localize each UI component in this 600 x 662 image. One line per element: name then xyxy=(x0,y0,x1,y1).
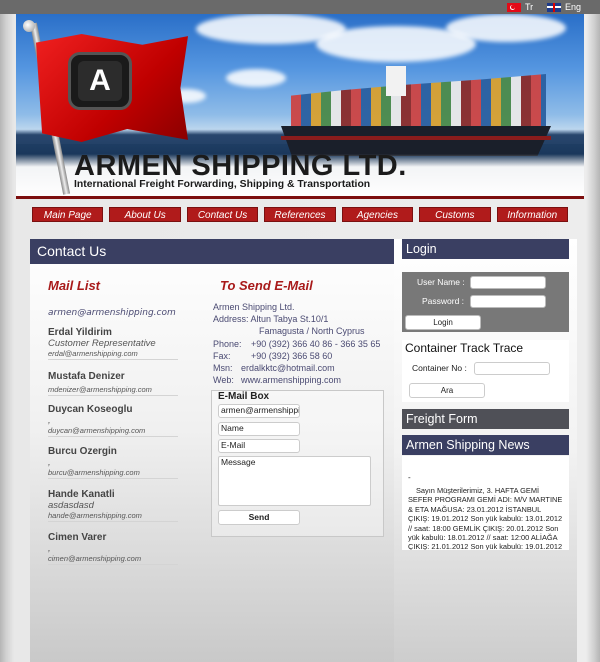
turkey-flag-icon xyxy=(507,2,521,12)
person-role: , xyxy=(48,457,51,468)
ship-stripe-shape xyxy=(281,136,551,140)
content-panel: Contact Us Mail List armen@armenshipping… xyxy=(30,239,394,662)
contact-person: Cimen Varer , cimen@armenshipping.com xyxy=(48,532,178,565)
nav-about-us[interactable]: About Us xyxy=(109,207,181,222)
username-input[interactable] xyxy=(470,276,546,289)
cloud-shape xyxy=(446,14,566,42)
fax-value: +90 (392) 366 58 60 xyxy=(251,350,333,361)
person-email-link[interactable]: burcu@armenshipping.com xyxy=(48,468,178,479)
address-line-2: Famagusta / North Cyprus xyxy=(259,326,365,337)
email-field[interactable]: E-Mail xyxy=(218,439,300,453)
container-stack-shape xyxy=(291,74,546,128)
nav-agencies[interactable]: Agencies xyxy=(341,207,414,222)
cloud-shape xyxy=(226,69,286,87)
nav-information[interactable]: Information xyxy=(496,207,568,222)
phone-value: +90 (392) 366 40 86 - 366 35 65 xyxy=(251,338,381,349)
fax-line: Fax: +90 (392) 366 58 60 xyxy=(213,350,380,362)
container-track-panel: Container Track Trace Container No : Ara xyxy=(402,340,569,402)
send-email-heading: To Send E-Mail xyxy=(220,278,313,293)
person-name: Erdal Yildirim xyxy=(48,327,112,338)
container-no-label: Container No : xyxy=(412,363,467,373)
logo-badge: A xyxy=(68,52,132,110)
person-role: , xyxy=(48,415,51,426)
logo-letter: A xyxy=(78,61,122,101)
news-panel: - Sayın Müşterilerimiz, 3. HAFTA GEMİ SE… xyxy=(402,456,569,550)
address-label: Address: xyxy=(213,314,249,325)
nav-references[interactable]: References xyxy=(264,207,336,222)
username-label: User Name : xyxy=(417,277,465,287)
web-value[interactable]: www.armenshipping.com xyxy=(241,375,341,385)
main-nav: Main Page About Us Contact Us References… xyxy=(32,207,568,222)
message-field[interactable]: Message xyxy=(218,456,371,506)
uk-flag-icon xyxy=(547,2,561,12)
news-item-text: Sayın Müşterilerimiz, 3. HAFTA GEMİ SEFE… xyxy=(408,486,563,550)
search-button[interactable]: Ara xyxy=(409,383,485,398)
phone-label: Phone: xyxy=(213,338,242,349)
msn-value[interactable]: erdalkktc@hotmail.com xyxy=(241,363,335,373)
web-line: Web: www.armenshipping.com xyxy=(213,374,380,386)
person-name: Burcu Ozergin xyxy=(48,446,117,457)
address-value: Altun Tabya St.10/1 xyxy=(250,314,329,325)
contact-person: Burcu Ozergin , burcu@armenshipping.com xyxy=(48,446,178,479)
container-no-input[interactable] xyxy=(474,362,550,375)
msn-label: Msn: xyxy=(213,363,233,374)
language-turkish[interactable]: Tr xyxy=(507,1,533,13)
news-bullet: - xyxy=(408,473,411,482)
person-role: asdasdasd xyxy=(48,500,94,511)
main-email-link[interactable]: armen@armenshipping.com xyxy=(48,308,176,318)
nav-contact-us[interactable]: Contact Us xyxy=(186,207,259,222)
language-english[interactable]: Eng xyxy=(547,1,581,13)
news-heading: Armen Shipping News xyxy=(402,435,569,455)
person-role: , xyxy=(48,543,51,554)
email-form: E-Mail Box armen@armenshipping Name E-Ma… xyxy=(211,390,384,537)
mail-list-heading: Mail List xyxy=(48,278,101,293)
name-field[interactable]: Name xyxy=(218,422,300,436)
fax-label: Fax: xyxy=(213,350,231,361)
language-en-label: Eng xyxy=(565,2,582,12)
password-input[interactable] xyxy=(470,295,546,308)
person-name: Mustafa Denizer xyxy=(48,371,125,382)
login-form: User Name : Password : Login xyxy=(402,272,569,332)
banner-divider xyxy=(16,196,584,199)
to-email-field[interactable]: armen@armenshipping xyxy=(218,404,300,418)
ship-bridge-shape xyxy=(386,66,406,96)
company-tagline: International Freight Forwarding, Shippi… xyxy=(74,179,371,190)
language-tr-label: Tr xyxy=(525,2,534,12)
contact-person: Mustafa Denizer mdenizer@armenshipping.c… xyxy=(48,371,178,396)
company-name-line: Armen Shipping Ltd. xyxy=(213,302,295,312)
nav-customs[interactable]: Customs xyxy=(419,207,491,222)
password-label: Password : xyxy=(422,296,465,306)
login-heading: Login xyxy=(402,239,569,259)
person-email-link[interactable]: cimen@armenshipping.com xyxy=(48,554,178,565)
freight-form-link[interactable]: Freight Form xyxy=(402,409,569,429)
person-name: Hande Kanatli xyxy=(48,489,115,500)
person-name: Cimen Varer xyxy=(48,532,107,543)
contact-person: Erdal Yildirim Customer Representative e… xyxy=(48,327,178,360)
company-contact-info: Armen Shipping Ltd. Address: Altun Tabya… xyxy=(213,301,380,386)
msn-line: Msn: erdalkktc@hotmail.com xyxy=(213,362,380,374)
phone-line: Phone: +90 (392) 366 40 86 - 366 35 65 xyxy=(213,338,380,350)
contact-person: Hande Kanatli asdasdasd hande@armenshipp… xyxy=(48,489,178,522)
contact-person: Duycan Koseoglu , duycan@armenshipping.c… xyxy=(48,404,178,437)
person-email-link[interactable]: hande@armenshipping.com xyxy=(48,511,178,522)
email-box-title: E-Mail Box xyxy=(218,391,270,402)
login-button[interactable]: Login xyxy=(405,315,481,330)
header-banner: A ARMEN SHIPPING LTD. International Frei… xyxy=(16,14,584,197)
person-email-link[interactable]: erdal@armenshipping.com xyxy=(48,349,178,360)
web-label: Web: xyxy=(213,375,234,386)
person-name: Duycan Koseoglu xyxy=(48,404,133,415)
top-bar: Tr Eng xyxy=(0,0,600,14)
person-email-link[interactable]: mdenizer@armenshipping.com xyxy=(48,385,178,396)
send-button[interactable]: Send xyxy=(218,510,300,525)
page-title: Contact Us xyxy=(30,239,394,264)
address-line: Address: Altun Tabya St.10/1 xyxy=(213,313,380,325)
track-trace-heading: Container Track Trace xyxy=(405,341,524,355)
nav-main-page[interactable]: Main Page xyxy=(32,207,104,222)
person-role: Customer Representative xyxy=(48,338,156,349)
person-email-link[interactable]: duycan@armenshipping.com xyxy=(48,426,178,437)
flag-pole-top xyxy=(23,20,35,32)
